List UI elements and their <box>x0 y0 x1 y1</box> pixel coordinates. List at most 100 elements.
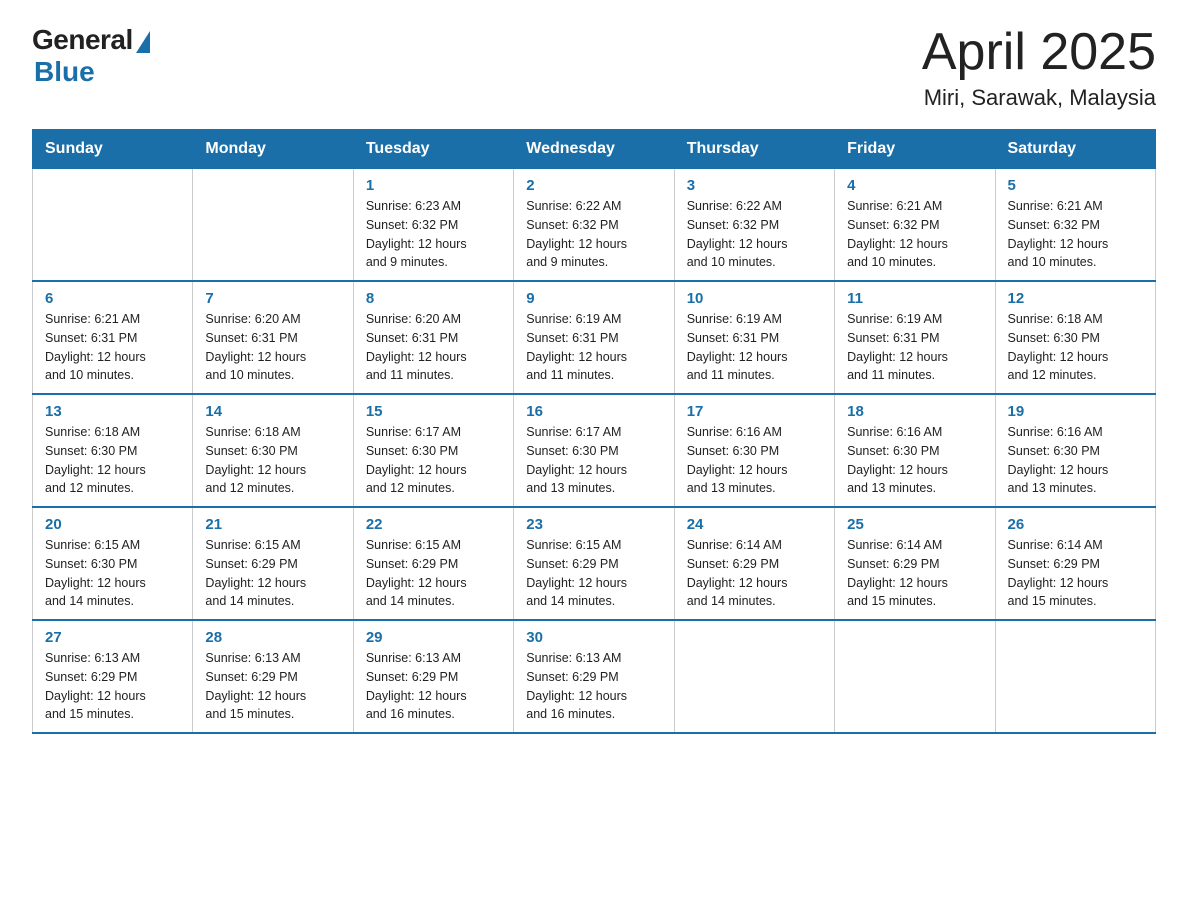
day-number: 12 <box>1008 290 1143 307</box>
calendar-cell: 14Sunrise: 6:18 AMSunset: 6:30 PMDayligh… <box>193 394 353 507</box>
calendar-header-sunday: Sunday <box>33 130 193 169</box>
day-info: Sunrise: 6:17 AMSunset: 6:30 PMDaylight:… <box>366 423 501 498</box>
calendar-cell <box>995 620 1155 733</box>
day-info: Sunrise: 6:15 AMSunset: 6:29 PMDaylight:… <box>366 536 501 611</box>
day-info: Sunrise: 6:14 AMSunset: 6:29 PMDaylight:… <box>1008 536 1143 611</box>
day-number: 13 <box>45 403 180 420</box>
day-number: 21 <box>205 516 340 533</box>
day-number: 7 <box>205 290 340 307</box>
day-number: 23 <box>526 516 661 533</box>
day-info: Sunrise: 6:18 AMSunset: 6:30 PMDaylight:… <box>205 423 340 498</box>
page-title: April 2025 <box>922 24 1156 81</box>
calendar-cell: 21 Sunrise: 6:15 AMSunset: 6:29 PMDayligh… <box>193 507 353 620</box>
day-info: Sunrise: 6:23 AMSunset: 6:32 PMDaylight:… <box>366 197 501 272</box>
day-number: 9 <box>526 290 661 307</box>
calendar-header-monday: Monday <box>193 130 353 169</box>
calendar-cell: 4Sunrise: 6:21 AMSunset: 6:32 PMDaylight… <box>835 169 995 282</box>
day-number: 2 <box>526 177 661 194</box>
day-info: Sunrise: 6:19 AMSunset: 6:31 PMDaylight:… <box>526 310 661 385</box>
day-info: Sunrise: 6:19 AMSunset: 6:31 PMDaylight:… <box>687 310 822 385</box>
logo-general-text: General <box>32 24 133 56</box>
day-info: Sunrise: 6:13 AMSunset: 6:29 PMDaylight:… <box>366 649 501 724</box>
calendar-cell: 10 Sunrise: 6:19 AMSunset: 6:31 PMDayligh… <box>674 281 834 394</box>
day-number: 15 <box>366 403 501 420</box>
calendar-cell: 16Sunrise: 6:17 AMSunset: 6:30 PMDayligh… <box>514 394 674 507</box>
header: General Blue April 2025 Miri, Sarawak, M… <box>32 24 1156 111</box>
calendar-cell: 26 Sunrise: 6:14 AMSunset: 6:29 PMDayligh… <box>995 507 1155 620</box>
calendar-cell: 18 Sunrise: 6:16 AMSunset: 6:30 PMDayligh… <box>835 394 995 507</box>
calendar-cell: 28 Sunrise: 6:13 AMSunset: 6:29 PMDayligh… <box>193 620 353 733</box>
calendar-cell: 22 Sunrise: 6:15 AMSunset: 6:29 PMDayligh… <box>353 507 513 620</box>
day-info: Sunrise: 6:15 AMSunset: 6:29 PMDaylight:… <box>526 536 661 611</box>
day-number: 28 <box>205 629 340 646</box>
title-block: April 2025 Miri, Sarawak, Malaysia <box>922 24 1156 111</box>
calendar-table: SundayMondayTuesdayWednesdayThursdayFrid… <box>32 129 1156 734</box>
day-number: 11 <box>847 290 982 307</box>
day-number: 3 <box>687 177 822 194</box>
calendar-cell: 27Sunrise: 6:13 AMSunset: 6:29 PMDayligh… <box>33 620 193 733</box>
day-number: 6 <box>45 290 180 307</box>
day-number: 8 <box>366 290 501 307</box>
calendar-cell: 24Sunrise: 6:14 AMSunset: 6:29 PMDayligh… <box>674 507 834 620</box>
day-info: Sunrise: 6:21 AMSunset: 6:32 PMDaylight:… <box>847 197 982 272</box>
day-info: Sunrise: 6:16 AMSunset: 6:30 PMDaylight:… <box>847 423 982 498</box>
calendar-cell <box>674 620 834 733</box>
calendar-week-row: 20 Sunrise: 6:15 AMSunset: 6:30 PMDayligh… <box>33 507 1156 620</box>
calendar-cell: 11Sunrise: 6:19 AMSunset: 6:31 PMDayligh… <box>835 281 995 394</box>
day-number: 19 <box>1008 403 1143 420</box>
day-number: 29 <box>366 629 501 646</box>
calendar-cell: 29 Sunrise: 6:13 AMSunset: 6:29 PMDayligh… <box>353 620 513 733</box>
day-number: 30 <box>526 629 661 646</box>
day-number: 10 <box>687 290 822 307</box>
calendar-cell <box>33 169 193 282</box>
day-info: Sunrise: 6:14 AMSunset: 6:29 PMDaylight:… <box>847 536 982 611</box>
subtitle: Miri, Sarawak, Malaysia <box>922 85 1156 111</box>
calendar-cell: 23 Sunrise: 6:15 AMSunset: 6:29 PMDayligh… <box>514 507 674 620</box>
day-info: Sunrise: 6:15 AMSunset: 6:30 PMDaylight:… <box>45 536 180 611</box>
day-number: 27 <box>45 629 180 646</box>
day-number: 17 <box>687 403 822 420</box>
calendar-week-row: 27 Sunrise: 6:13 AMSunset: 6:29 PMDayligh… <box>33 620 1156 733</box>
day-number: 16 <box>526 403 661 420</box>
calendar-cell: 5Sunrise: 6:21 AMSunset: 6:32 PMDaylight… <box>995 169 1155 282</box>
calendar-header-friday: Friday <box>835 130 995 169</box>
calendar-cell: 2 Sunrise: 6:22 AMSunset: 6:32 PMDaylight… <box>514 169 674 282</box>
day-info: Sunrise: 6:22 AMSunset: 6:32 PMDaylight:… <box>687 197 822 272</box>
day-number: 24 <box>687 516 822 533</box>
calendar-cell: 25 Sunrise: 6:14 AMSunset: 6:29 PMDayligh… <box>835 507 995 620</box>
day-info: Sunrise: 6:21 AMSunset: 6:31 PMDaylight:… <box>45 310 180 385</box>
calendar-header-saturday: Saturday <box>995 130 1155 169</box>
day-info: Sunrise: 6:20 AMSunset: 6:31 PMDaylight:… <box>366 310 501 385</box>
calendar-cell: 13Sunrise: 6:18 AMSunset: 6:30 PMDayligh… <box>33 394 193 507</box>
day-number: 1 <box>366 177 501 194</box>
day-number: 25 <box>847 516 982 533</box>
day-number: 26 <box>1008 516 1143 533</box>
day-number: 18 <box>847 403 982 420</box>
logo: General Blue <box>32 24 150 88</box>
calendar-cell: 20 Sunrise: 6:15 AMSunset: 6:30 PMDayligh… <box>33 507 193 620</box>
day-info: Sunrise: 6:13 AMSunset: 6:29 PMDaylight:… <box>205 649 340 724</box>
day-info: Sunrise: 6:20 AMSunset: 6:31 PMDaylight:… <box>205 310 340 385</box>
day-info: Sunrise: 6:13 AMSunset: 6:29 PMDaylight:… <box>526 649 661 724</box>
calendar-cell: 7 Sunrise: 6:20 AMSunset: 6:31 PMDaylight… <box>193 281 353 394</box>
logo-blue-text: Blue <box>34 56 95 88</box>
day-number: 22 <box>366 516 501 533</box>
calendar-cell: 19Sunrise: 6:16 AMSunset: 6:30 PMDayligh… <box>995 394 1155 507</box>
calendar-cell: 3 Sunrise: 6:22 AMSunset: 6:32 PMDaylight… <box>674 169 834 282</box>
calendar-cell: 9 Sunrise: 6:19 AMSunset: 6:31 PMDaylight… <box>514 281 674 394</box>
calendar-cell: 1 Sunrise: 6:23 AMSunset: 6:32 PMDaylight… <box>353 169 513 282</box>
day-info: Sunrise: 6:16 AMSunset: 6:30 PMDaylight:… <box>687 423 822 498</box>
day-info: Sunrise: 6:18 AMSunset: 6:30 PMDaylight:… <box>1008 310 1143 385</box>
logo-triangle-icon <box>136 31 150 53</box>
day-number: 20 <box>45 516 180 533</box>
calendar-header-thursday: Thursday <box>674 130 834 169</box>
calendar-header-tuesday: Tuesday <box>353 130 513 169</box>
calendar-header-wednesday: Wednesday <box>514 130 674 169</box>
calendar-cell: 17 Sunrise: 6:16 AMSunset: 6:30 PMDayligh… <box>674 394 834 507</box>
calendar-cell: 15 Sunrise: 6:17 AMSunset: 6:30 PMDayligh… <box>353 394 513 507</box>
day-info: Sunrise: 6:22 AMSunset: 6:32 PMDaylight:… <box>526 197 661 272</box>
calendar-cell: 8 Sunrise: 6:20 AMSunset: 6:31 PMDaylight… <box>353 281 513 394</box>
day-info: Sunrise: 6:15 AMSunset: 6:29 PMDaylight:… <box>205 536 340 611</box>
calendar-cell: 6 Sunrise: 6:21 AMSunset: 6:31 PMDaylight… <box>33 281 193 394</box>
calendar-header-row: SundayMondayTuesdayWednesdayThursdayFrid… <box>33 130 1156 169</box>
